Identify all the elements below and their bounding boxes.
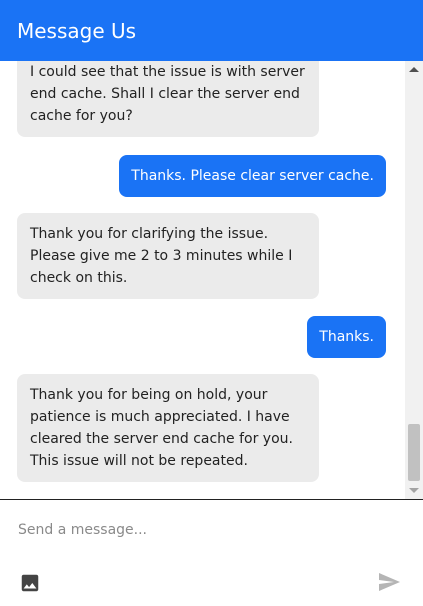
scroll-down-arrow-icon[interactable] [409,488,419,493]
message-text: Thanks. [319,329,374,345]
image-icon[interactable] [19,572,41,594]
message-text: Thank you for clarifying the issue. Plea… [30,226,293,286]
message-scrollbar[interactable] [405,61,423,499]
message-list[interactable]: I could see that the issue is with serve… [0,61,423,499]
message-text: Thanks. Please clear server cache. [131,168,374,184]
scrollbar-thumb[interactable] [408,424,420,481]
header-title: Message Us [17,18,137,43]
message-user-1: Thanks. Please clear server cache. [119,155,386,197]
message-input[interactable] [12,516,392,544]
message-bot-3: Thank you for being on hold, your patien… [17,374,319,482]
message-composer [0,499,423,606]
message-text: I could see that the issue is with serve… [30,64,305,124]
scroll-up-arrow-icon[interactable] [409,67,419,72]
chat-header: Message Us [0,0,423,61]
message-user-2: Thanks. [307,316,386,358]
message-text: Thank you for being on hold, your patien… [30,387,293,469]
message-bot-1: I could see that the issue is with serve… [17,61,319,137]
message-bot-2: Thank you for clarifying the issue. Plea… [17,213,319,299]
send-icon[interactable] [376,570,402,594]
